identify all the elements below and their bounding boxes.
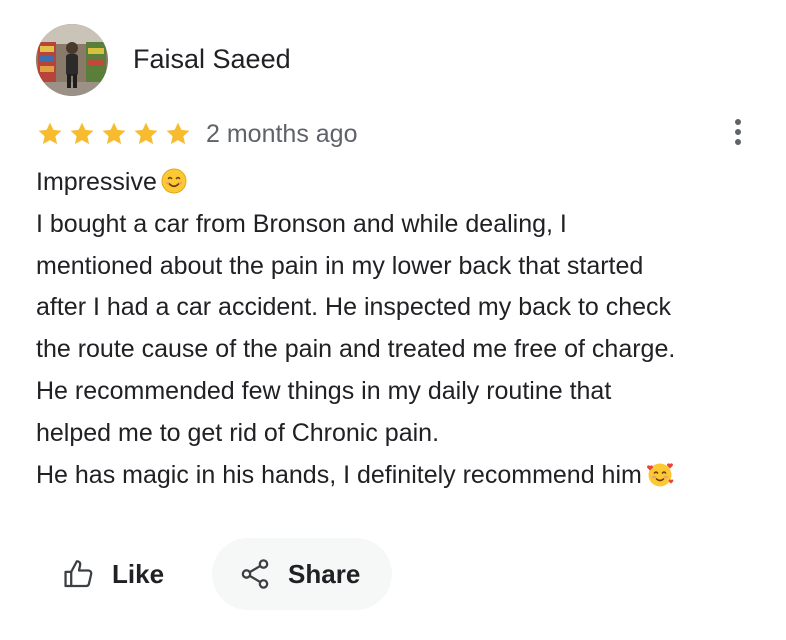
star-icon bbox=[100, 120, 128, 148]
review-text: Impressive I bought a car from Bronson a… bbox=[36, 162, 756, 496]
avatar-photo bbox=[36, 24, 108, 96]
rating-row: 2 months ago bbox=[36, 116, 358, 152]
review-line: after I had a car accident. He inspected… bbox=[36, 293, 672, 322]
more-options-button[interactable] bbox=[722, 114, 754, 150]
review-line: mentioned about the pain in my lower bac… bbox=[36, 251, 644, 280]
share-icon bbox=[238, 557, 272, 591]
star-icon bbox=[164, 120, 192, 148]
like-button[interactable]: Like bbox=[40, 538, 186, 610]
review-line: helped me to get rid of Chronic pain. bbox=[36, 418, 440, 447]
star-icon bbox=[68, 120, 96, 148]
review-actions: Like Share bbox=[40, 538, 393, 610]
share-label: Share bbox=[288, 558, 361, 589]
smiling-face-icon bbox=[161, 168, 187, 194]
review-line: I bought a car from Bronson and while de… bbox=[36, 209, 567, 238]
review-time: 2 months ago bbox=[206, 120, 358, 148]
star-icon bbox=[36, 120, 64, 148]
more-vert-icon bbox=[735, 119, 741, 145]
like-label: Like bbox=[112, 558, 165, 589]
thumbs-up-icon bbox=[62, 557, 96, 591]
review-line: He has magic in his hands, I definitely … bbox=[36, 455, 756, 497]
share-button[interactable]: Share bbox=[212, 538, 393, 610]
avatar[interactable] bbox=[36, 24, 108, 96]
review-line: He recommended few things in my daily ro… bbox=[36, 376, 612, 405]
star-rating bbox=[36, 120, 196, 148]
review-line: Impressive bbox=[36, 162, 756, 204]
author-name[interactable]: Faisal Saeed bbox=[133, 42, 291, 76]
star-icon bbox=[132, 120, 160, 148]
smiling-face-with-hearts-icon bbox=[646, 461, 674, 487]
review-line: the route cause of the pain and treated … bbox=[36, 335, 676, 364]
